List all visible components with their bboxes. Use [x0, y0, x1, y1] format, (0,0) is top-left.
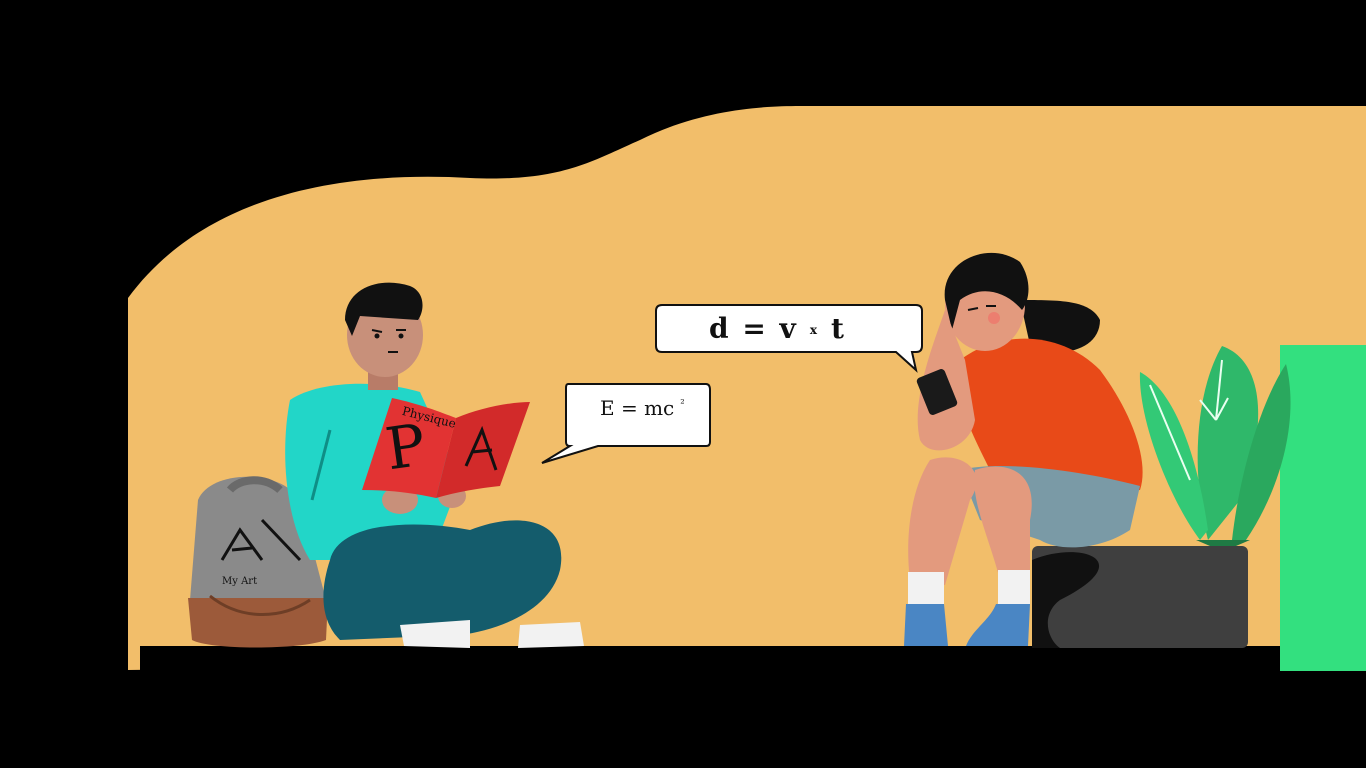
formula-d: d: [709, 312, 731, 345]
bench: [1032, 546, 1248, 648]
floor: [140, 646, 1280, 672]
formula-times: x: [809, 323, 819, 337]
book-letter: P: [381, 410, 430, 484]
plant-panel: [1280, 345, 1366, 671]
formula-base: E = mc: [600, 396, 675, 420]
formula-v: v: [779, 312, 798, 345]
formula-equals: =: [742, 312, 768, 345]
boy-bubble-formula: E = mc ²: [600, 396, 685, 420]
formula-t: t: [830, 312, 846, 345]
illustration-scene: E = mc ² d = vxt Physique P My Art: [0, 0, 1366, 768]
formula-exponent: ²: [680, 397, 685, 410]
girl-bubble-formula: d = vxt: [709, 312, 846, 345]
backpack-brand: My Art: [222, 576, 258, 587]
scene-artwork: [128, 106, 1366, 672]
